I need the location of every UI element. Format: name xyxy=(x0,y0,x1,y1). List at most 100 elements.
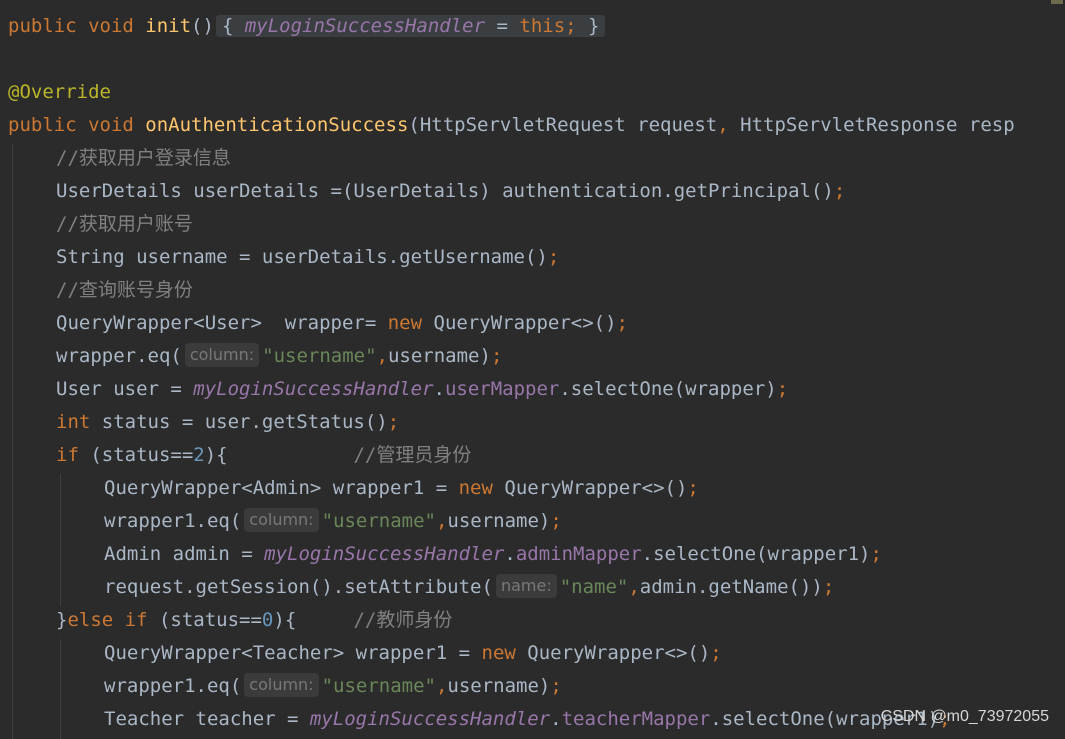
code-token: wrapper.eq( xyxy=(56,345,182,367)
indent-guide xyxy=(60,639,61,739)
string-literal: "username" xyxy=(262,345,377,367)
code-token: (status== xyxy=(90,444,194,466)
code-token: String username = userDetails.getUsernam… xyxy=(56,246,548,268)
keyword-token: ; xyxy=(387,411,400,433)
code-token: Teacher teacher = xyxy=(104,708,310,730)
code-token: myLoginSuccessHandler xyxy=(264,543,505,565)
code-token: . xyxy=(504,543,516,565)
code-token: . xyxy=(433,378,445,400)
code-token: username) xyxy=(387,345,491,367)
scroll-marker xyxy=(1051,0,1063,4)
code-token: teacherMapper xyxy=(561,708,711,730)
code-line[interactable]: wrapper1.eq(column: "username",username); xyxy=(104,505,562,538)
code-token: UserDetails userDetails =(UserDetails) a… xyxy=(56,180,834,202)
code-line[interactable]: Teacher teacher = myLoginSuccessHandler.… xyxy=(104,703,951,736)
code-token: Admin admin = xyxy=(104,543,265,565)
keyword-token: new xyxy=(481,642,528,664)
code-editor[interactable]: public void init(){ myLoginSuccessHandle… xyxy=(0,0,1065,739)
code-comment: //管理员身份 xyxy=(353,444,472,466)
code-line[interactable]: QueryWrapper<User> wrapper= new QueryWra… xyxy=(56,307,628,340)
code-line[interactable]: }else if (status==0){ //教师身份 xyxy=(56,604,452,637)
code-token: myLoginSuccessHandler xyxy=(244,15,486,37)
keyword-token: int xyxy=(56,411,102,433)
keyword-token: new xyxy=(387,312,434,334)
keyword-token: ; xyxy=(490,345,503,367)
code-token: ){ xyxy=(273,609,354,631)
code-token: .selectOne(wrapper1) xyxy=(641,543,871,565)
keyword-token: ; xyxy=(776,378,789,400)
string-literal: "name" xyxy=(559,576,629,598)
code-token: request.getSession().setAttribute( xyxy=(104,576,493,598)
keyword-token: this; xyxy=(519,15,577,37)
watermark-text: CSDN @m0_73972055 xyxy=(880,708,1049,725)
code-token: QueryWrapper<Teacher> wrapper1 = xyxy=(104,642,482,664)
code-token: HttpServletResponse resp xyxy=(740,114,1015,136)
code-line[interactable]: Admin admin = myLoginSuccessHandler.admi… xyxy=(104,538,882,571)
folded-code-region[interactable]: { myLoginSuccessHandler = this; } xyxy=(215,15,606,37)
code-token: userMapper xyxy=(444,378,560,400)
code-line[interactable]: User user = myLoginSuccessHandler.userMa… xyxy=(56,373,788,406)
code-token: .selectOne(wrapper) xyxy=(559,378,777,400)
code-token: (HttpServletRequest request xyxy=(408,114,718,136)
code-token: = xyxy=(485,15,520,37)
code-token: @Override xyxy=(8,81,111,103)
indent-guide xyxy=(60,474,61,606)
keyword-token: ; xyxy=(550,675,562,697)
code-token: (status== xyxy=(158,609,262,631)
keyword-token: new xyxy=(458,477,505,499)
parameter-hint: column: xyxy=(184,343,260,367)
string-literal: "username" xyxy=(321,675,436,697)
code-token: onAuthenticationSuccess xyxy=(145,114,409,136)
code-token: wrapper1.eq( xyxy=(104,510,242,532)
code-line[interactable]: //获取用户账号 xyxy=(56,208,193,241)
keyword-token: ; xyxy=(616,312,628,334)
code-token: username) xyxy=(447,510,551,532)
keyword-token: void xyxy=(88,114,146,136)
string-literal: "username" xyxy=(321,510,436,532)
code-token: } xyxy=(56,609,68,631)
keyword-token: ; xyxy=(547,246,560,268)
keyword-token: ; xyxy=(833,180,846,202)
code-token: . xyxy=(550,708,562,730)
code-line[interactable]: String username = userDetails.getUsernam… xyxy=(56,241,559,274)
code-line[interactable]: QueryWrapper<Admin> wrapper1 = new Query… xyxy=(104,472,699,505)
code-line[interactable]: @Override xyxy=(8,76,111,109)
keyword-token: , xyxy=(717,114,741,136)
code-token: myLoginSuccessHandler xyxy=(193,378,434,400)
code-token: ){ xyxy=(204,444,354,466)
code-comment: //获取用户账号 xyxy=(56,213,193,235)
code-token: 2 xyxy=(193,444,205,466)
code-line[interactable]: //查询账号身份 xyxy=(56,274,193,307)
code-token: username) xyxy=(447,675,551,697)
code-token: init xyxy=(145,15,192,37)
keyword-token: if xyxy=(56,444,91,466)
code-comment: //获取用户登录信息 xyxy=(56,147,231,169)
keyword-token: ; xyxy=(550,510,562,532)
code-line[interactable]: UserDetails userDetails =(UserDetails) a… xyxy=(56,175,845,208)
code-token: () xyxy=(191,15,214,37)
code-token: QueryWrapper<Admin> wrapper1 = xyxy=(104,477,459,499)
code-token: QueryWrapper<>() xyxy=(527,642,711,664)
code-line[interactable]: int status = user.getStatus(); xyxy=(56,406,399,439)
code-token: QueryWrapper<>() xyxy=(504,477,688,499)
code-line[interactable]: wrapper1.eq(column: "username",username); xyxy=(104,670,562,703)
code-line[interactable]: //获取用户登录信息 xyxy=(56,142,231,175)
code-token: status = user.getStatus() xyxy=(101,411,388,433)
keyword-token: , xyxy=(376,345,388,367)
code-token: adminMapper xyxy=(515,543,642,565)
code-token: QueryWrapper<User> wrapper= xyxy=(56,312,388,334)
code-line[interactable]: if (status==2){ //管理员身份 xyxy=(56,439,471,472)
keyword-token: , xyxy=(435,675,448,697)
keyword-token: ; xyxy=(687,477,699,499)
code-line[interactable]: public void onAuthenticationSuccess(Http… xyxy=(8,109,1015,142)
code-line[interactable]: wrapper.eq(column: "username",username); xyxy=(56,340,502,373)
code-token: } xyxy=(576,15,600,37)
keyword-token: void xyxy=(88,15,146,37)
code-token: QueryWrapper<>() xyxy=(433,312,617,334)
code-line[interactable]: request.getSession().setAttribute(name: "… xyxy=(104,571,834,604)
code-line[interactable]: public void init(){ myLoginSuccessHandle… xyxy=(8,10,607,43)
keyword-token: ; xyxy=(710,642,722,664)
code-token: admin.getName()) xyxy=(639,576,823,598)
code-line[interactable]: QueryWrapper<Teacher> wrapper1 = new Que… xyxy=(104,637,722,670)
parameter-hint: name: xyxy=(495,574,557,598)
